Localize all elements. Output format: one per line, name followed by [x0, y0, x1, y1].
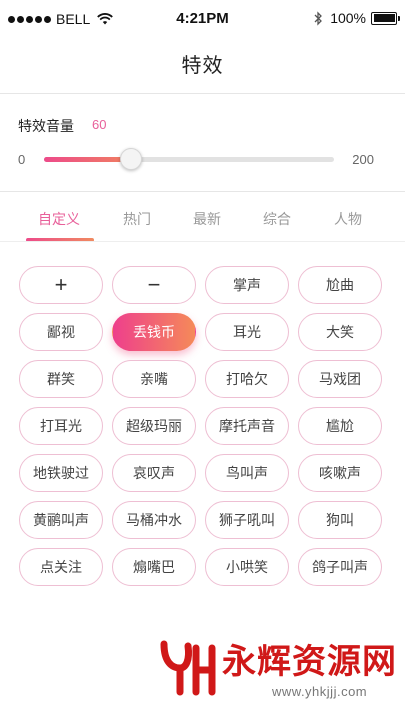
- volume-divider: [0, 191, 405, 192]
- watermark-url: www.yhkjjj.com: [272, 684, 368, 699]
- effect-chip[interactable]: 大笑: [298, 313, 382, 351]
- effect-chip[interactable]: 掌声: [205, 266, 289, 304]
- status-right: 100%: [313, 10, 400, 26]
- volume-label: 特效音量: [18, 118, 74, 134]
- bluetooth-icon: [314, 10, 323, 26]
- effect-chip[interactable]: 打哈欠: [205, 360, 289, 398]
- header-divider: [0, 93, 405, 94]
- effect-chip[interactable]: 点关注: [19, 548, 103, 586]
- effect-chip[interactable]: 鸽子叫声: [298, 548, 382, 586]
- effect-chip[interactable]: 尬曲: [298, 266, 382, 304]
- volume-slider-fill: [44, 157, 131, 162]
- effect-chip[interactable]: 黄鹂叫声: [19, 501, 103, 539]
- effect-chip[interactable]: 超级玛丽: [112, 407, 196, 445]
- tab-people[interactable]: 人物: [334, 209, 362, 229]
- effect-chip[interactable]: 马戏团: [298, 360, 382, 398]
- effect-chip[interactable]: 鄙视: [19, 313, 103, 351]
- watermark-title: 永辉资源网: [222, 643, 397, 681]
- effect-chip[interactable]: 耳光: [205, 313, 289, 351]
- tab-hot[interactable]: 热门: [123, 209, 151, 229]
- effect-chip[interactable]: 煽嘴巴: [112, 548, 196, 586]
- volume-max-label: 200: [352, 152, 374, 167]
- effect-chip[interactable]: 尴尬: [298, 407, 382, 445]
- battery-percent: 100%: [330, 10, 366, 26]
- effect-chip[interactable]: 摩托声音: [205, 407, 289, 445]
- effect-chip[interactable]: 地铁驶过: [19, 454, 103, 492]
- effects-grid: + − 掌声 尬曲鄙视 丢钱币 耳光 大笑群笑 亲嘴 打哈欠 马戏团打耳光 超级玛丽 摩托声音 尴尬地铁…: [19, 266, 382, 586]
- tabs-divider: [0, 241, 405, 242]
- effect-chip[interactable]: 亲嘴: [112, 360, 196, 398]
- volume-slider[interactable]: [44, 148, 334, 170]
- effect-chip[interactable]: 马桶冲水: [112, 501, 196, 539]
- effect-chip[interactable]: 狮子吼叫: [205, 501, 289, 539]
- status-bar: BELL 4:21PM 100%: [0, 0, 405, 40]
- page-title: 特效: [181, 55, 224, 77]
- volume-min-label: 0: [18, 152, 26, 167]
- add-effect-button[interactable]: +: [19, 266, 103, 304]
- volume-slider-thumb[interactable]: [120, 148, 142, 170]
- remove-effect-button[interactable]: −: [112, 266, 196, 304]
- tab-general[interactable]: 综合: [263, 209, 291, 229]
- tab-latest[interactable]: 最新: [193, 209, 221, 229]
- tab-custom[interactable]: 自定义: [38, 209, 80, 229]
- watermark: 永辉资源网 www.yhkjjj.com: [158, 634, 398, 710]
- effect-chip[interactable]: 哀叹声: [112, 454, 196, 492]
- battery-icon: [371, 11, 400, 25]
- effect-chip[interactable]: 狗叫: [298, 501, 382, 539]
- volume-value: 60: [92, 117, 107, 132]
- effect-chip[interactable]: 群笑: [19, 360, 103, 398]
- effect-chip[interactable]: 鸟叫声: [205, 454, 289, 492]
- effect-chip[interactable]: 打耳光: [19, 407, 103, 445]
- effect-chip[interactable]: 咳嗽声: [298, 454, 382, 492]
- watermark-logo-icon: [160, 640, 216, 696]
- effect-chip-selected[interactable]: 丢钱币: [112, 313, 196, 351]
- effect-chip[interactable]: 小哄笑: [205, 548, 289, 586]
- category-tabs: 自定义 热门 最新 综合 人物: [0, 209, 405, 231]
